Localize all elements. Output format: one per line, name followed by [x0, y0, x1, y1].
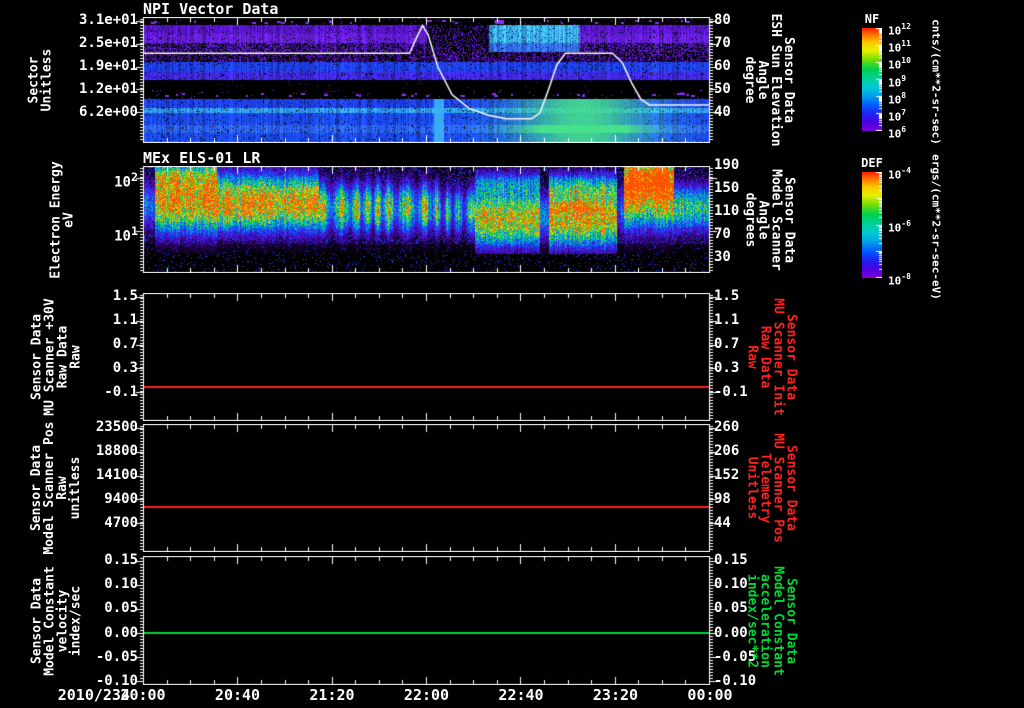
power-base: 10 [888, 274, 902, 288]
y-axis-tick-label: 0.00 [104, 624, 138, 641]
colorbar-tick-label: 1010 [888, 56, 911, 72]
power-exponent: 8 [901, 90, 907, 100]
y-axis-tick-label: 1.5 [112, 287, 138, 304]
colorbar-unit-DEF: ergs/(cm**2-sr-sec-eV) [929, 154, 943, 300]
y-axis-title-p1: Sector Unitless [26, 48, 55, 112]
x-axis-tick-label: 23:20 [592, 686, 639, 704]
colorbar-tick-label: 106 [888, 125, 906, 141]
def-colorbar [862, 172, 882, 278]
y-axis-tick-label: 14100 [95, 466, 138, 483]
power-base: 10 [114, 174, 131, 191]
colorbar-tick-label: 10-8 [888, 272, 911, 288]
colorbar-title-NF: NF [864, 12, 880, 26]
power-base: 10 [888, 110, 902, 124]
colorbar-tick-label: 107 [888, 108, 906, 124]
y-axis-title-p4: Sensor Data Model Scanner Pos Raw unitle… [29, 421, 84, 555]
y2-axis-title-p4: Sensor Data MU Scanner Pos Telemetry Uni… [743, 433, 798, 543]
colorbar-unit-NF: cnts/(cm**2-sr-sec) [929, 19, 943, 145]
y-axis-tick-label: 3.1e+01 [78, 12, 138, 29]
power-base: 10 [114, 228, 131, 245]
y-axis-tick-label: 0.15 [104, 552, 138, 569]
npi-spectrogram-canvas [135, 17, 718, 143]
model-scanner-pos-panel-canvas [135, 424, 718, 552]
y-axis-tick-label: 4700 [104, 514, 138, 531]
panel-title-p1: NPI Vector Data [143, 0, 279, 18]
panel-title-p2: MEx ELS-01 LR [143, 149, 261, 167]
colorbar-tick-label: 1011 [888, 39, 911, 55]
y-axis-tick-label: 102 [74, 170, 138, 190]
y-axis-title-p5: Sensor Data Model Constant velocity inde… [28, 565, 83, 676]
power-exponent: -4 [901, 166, 911, 175]
figure: NPI Vector Data 3.1e+01 2.5e+01 1.9e+01 1.2e… [0, 0, 1024, 708]
y-axis-tick-label: 18800 [95, 443, 138, 460]
y-axis-tick-label: 9400 [104, 491, 138, 508]
power-base: 10 [888, 221, 902, 235]
power-base: 10 [888, 127, 902, 141]
colorbar-title-DEF: DEF [861, 156, 883, 170]
x-axis-tick-label: 20:00 [120, 686, 166, 704]
model-constant-velocity-panel-canvas [135, 556, 718, 685]
y-axis-tick-label: -0.05 [95, 648, 138, 665]
colorbar-tick-label: 10-6 [888, 219, 911, 235]
x-axis-tick-label: 22:40 [498, 686, 544, 704]
y-axis-tick-label: 23500 [95, 418, 138, 435]
power-base: 10 [888, 76, 902, 90]
power-exponent: 10 [901, 56, 911, 66]
x-axis-tick-label: 22:00 [403, 686, 450, 704]
colorbar-tick-label: 109 [888, 74, 906, 90]
colorbar-tick-label: 108 [888, 91, 906, 107]
power-exponent: -8 [901, 272, 911, 281]
power-base: 10 [888, 58, 902, 72]
y2-axis-title-p3: Sensor Data MU Scanner Init Raw Data Raw [744, 298, 798, 416]
y-axis-tick-label: 101 [74, 224, 138, 244]
colorbar-tick-label: 1012 [888, 22, 911, 38]
y-axis-tick-label: 0.05 [104, 600, 138, 617]
power-exponent: 7 [901, 107, 907, 117]
y-axis-tick-label: 2.5e+01 [78, 35, 138, 52]
y-axis-title-p3: Sensor Data MU Scanner +30V Raw Data Raw [29, 298, 83, 416]
y-axis-tick-label: 1.2e+01 [78, 81, 138, 98]
y-axis-tick-label: 0.10 [104, 576, 138, 593]
power-base: 10 [888, 41, 902, 55]
nf-colorbar [862, 28, 882, 131]
y2-axis-title-p1: Sensor Data ESH Sun Elevation Angle degr… [741, 13, 796, 147]
y-axis-tick-label: 6.2e+00 [78, 104, 138, 120]
mu-scanner-30v-panel-canvas [135, 293, 718, 421]
y2-axis-title-p5: Sensor Data Model Constant acceleration … [743, 565, 798, 676]
power-exponent: -6 [901, 219, 911, 228]
y-axis-tick-label: -0.1 [104, 383, 138, 400]
power-exponent: 12 [901, 22, 911, 31]
power-base: 10 [888, 24, 902, 38]
y-axis-tick-label: 0.3 [112, 360, 138, 377]
y-axis-title-p2: Electron Energy eV [48, 160, 76, 279]
power-exponent: 11 [901, 39, 911, 49]
y2-axis-title-p2: Sensor Data Model Scanner Angle degrees [741, 168, 796, 271]
y-axis-tick-label: 1.1 [112, 312, 138, 329]
y-axis-tick-label: 0.7 [112, 335, 138, 352]
els-spectrogram-canvas [135, 166, 718, 273]
power-exponent: 1 [130, 224, 138, 239]
x-axis-tick-label: 00:00 [687, 686, 733, 704]
power-exponent: 6 [901, 125, 907, 134]
y-axis-tick-label: 1.9e+01 [78, 58, 138, 75]
x-axis-tick-label: 21:20 [309, 686, 355, 704]
power-base: 10 [888, 93, 902, 107]
power-exponent: 2 [130, 169, 138, 184]
colorbar-tick-label: 10-4 [888, 166, 911, 182]
power-base: 10 [888, 168, 902, 182]
x-axis-tick-label: 20:40 [214, 686, 261, 704]
power-exponent: 9 [901, 73, 907, 83]
